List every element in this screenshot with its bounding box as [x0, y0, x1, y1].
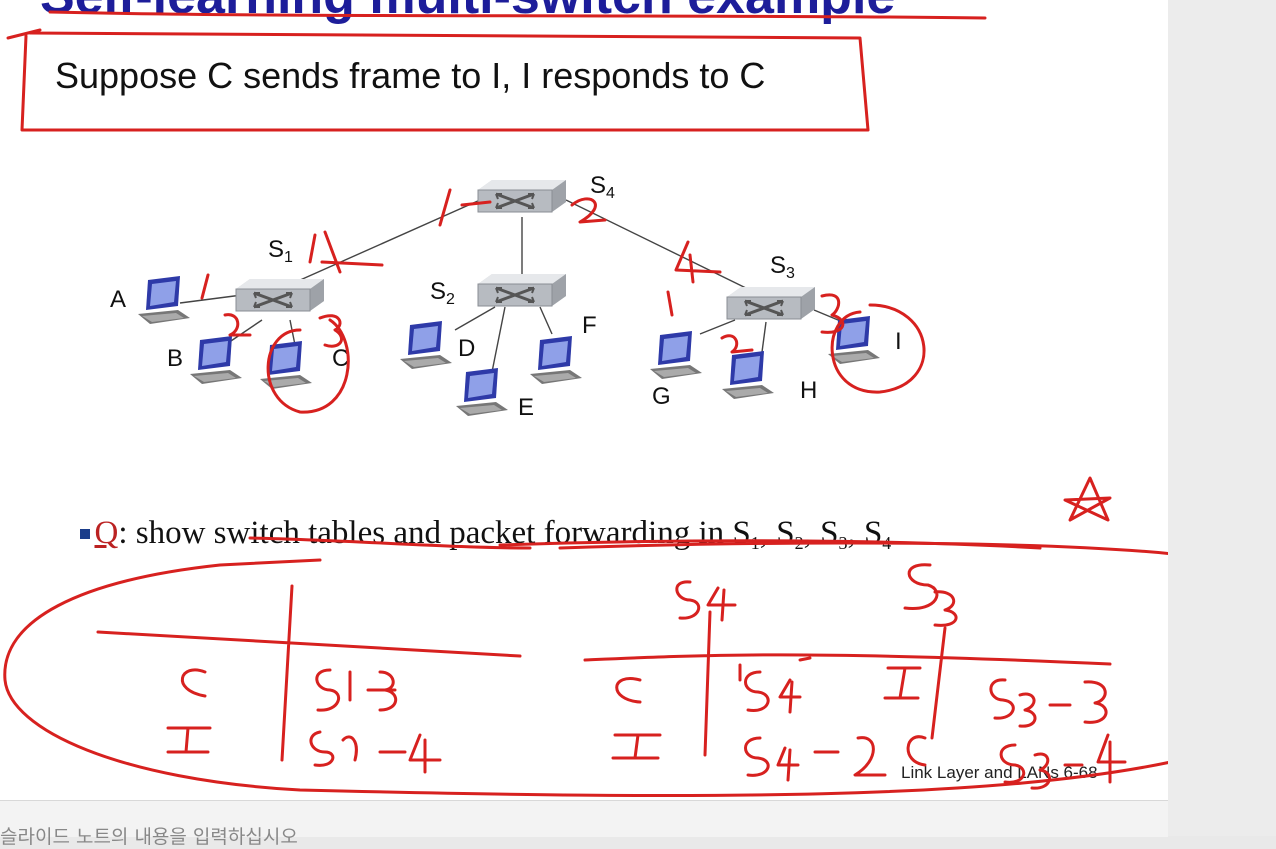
- table-enclosure-ink: [3, 541, 1168, 798]
- host-c-circle-ink: [266, 318, 350, 414]
- host-i-circle-ink: [830, 303, 926, 394]
- right-scroll-panel[interactable]: [1168, 0, 1276, 836]
- star-ink: [1063, 476, 1112, 522]
- ink-annotations: [3, 10, 1168, 798]
- slide-canvas[interactable]: Self-learning multi-switch example Suppo…: [0, 0, 1168, 800]
- subtitle-box-ink: [6, 28, 870, 132]
- title-underline-ink: [48, 10, 987, 20]
